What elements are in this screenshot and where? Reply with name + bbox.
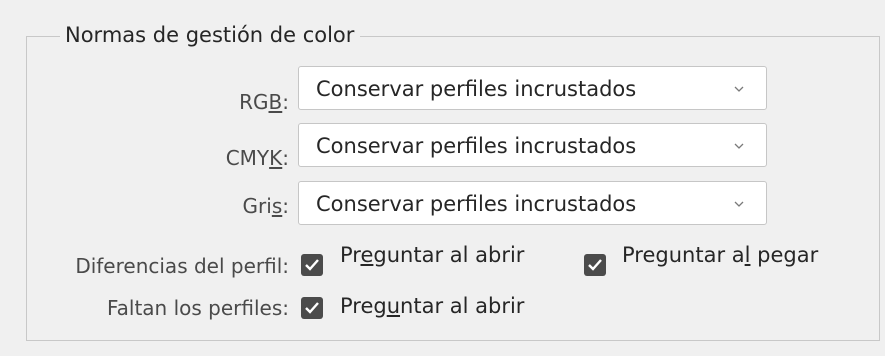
gray-policy-value: Conservar perfiles incrustados [316, 192, 637, 216]
missing-profiles-label: Faltan los perfiles: [106, 296, 289, 320]
ask-when-opening-checkbox[interactable] [301, 254, 323, 276]
rgb-policy-value: Conservar perfiles incrustados [316, 77, 637, 101]
chevron-down-icon [734, 86, 744, 92]
cmyk-policy-dropdown[interactable]: Conservar perfiles incrustados [298, 123, 767, 167]
chevron-down-icon [734, 201, 744, 207]
cmyk-policy-value: Conservar perfiles incrustados [316, 134, 637, 158]
ask-when-opening-label: Preguntar al abrir [340, 243, 525, 267]
ask-when-pasting-label: Preguntar al pegar [622, 243, 819, 267]
checkmark-icon [305, 302, 319, 314]
gray-label: Gris: [242, 194, 289, 218]
cmyk-label: CMYK: [225, 146, 289, 170]
group-title: Normas de gestión de color [60, 20, 361, 50]
gray-policy-dropdown[interactable]: Conservar perfiles incrustados [298, 181, 767, 225]
missing-profiles-ask-when-opening-label: Preguntar al abrir [340, 294, 525, 318]
missing-profiles-ask-when-opening-checkbox[interactable] [301, 297, 323, 319]
chevron-down-icon [734, 143, 744, 149]
rgb-label: RGB: [239, 90, 289, 114]
rgb-policy-dropdown[interactable]: Conservar perfiles incrustados [298, 66, 767, 110]
checkmark-icon [305, 259, 319, 271]
profile-mismatch-label: Diferencias del perfil: [75, 254, 289, 278]
ask-when-pasting-checkbox[interactable] [584, 254, 606, 276]
checkmark-icon [588, 259, 602, 271]
